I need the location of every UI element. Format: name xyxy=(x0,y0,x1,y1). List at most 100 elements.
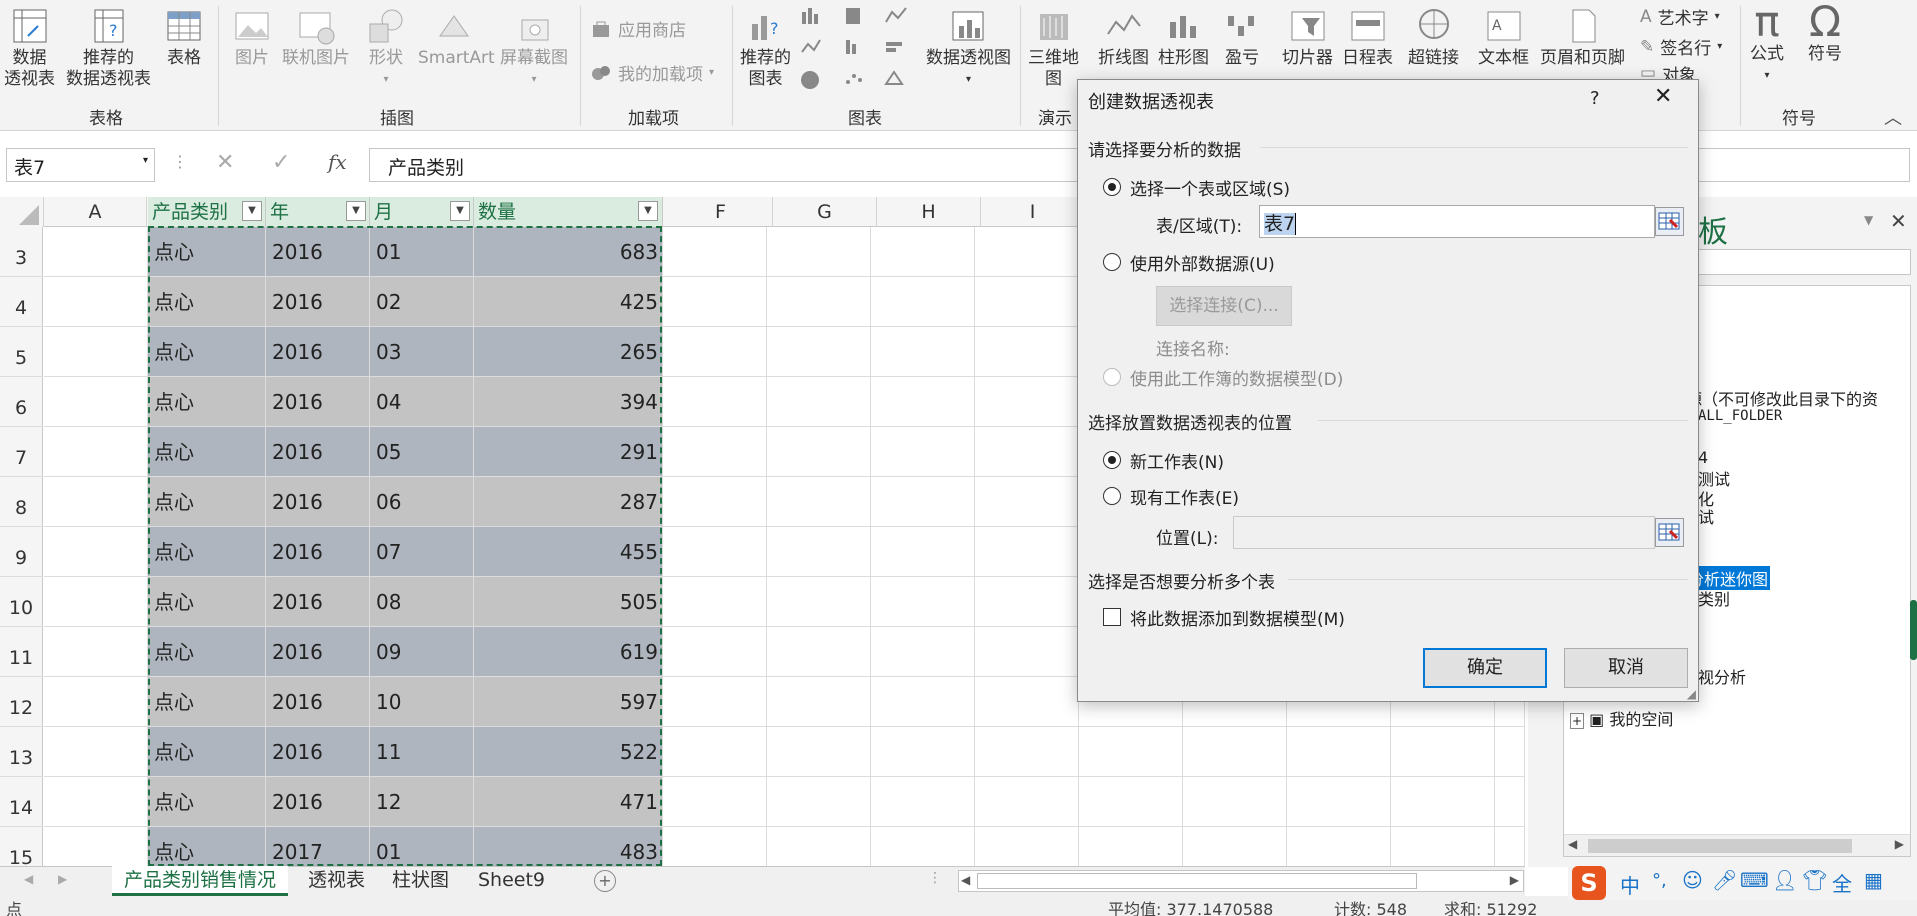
cell-empty[interactable] xyxy=(44,277,148,327)
horizontal-scrollbar[interactable]: ◀ ▶ xyxy=(958,870,1524,892)
cell-category[interactable]: 点心 xyxy=(148,477,266,527)
cell-empty[interactable] xyxy=(871,577,975,627)
cell-month[interactable]: 02 xyxy=(370,277,474,327)
cell-empty[interactable] xyxy=(663,327,767,377)
row-header[interactable]: 8 xyxy=(0,477,43,527)
cell-empty[interactable] xyxy=(871,677,975,727)
table-range-input[interactable]: 表7 xyxy=(1259,205,1655,238)
cell-empty[interactable] xyxy=(767,827,871,866)
sparkline-column-button[interactable]: 柱形图 xyxy=(1158,6,1209,69)
cell-category[interactable]: 点心 xyxy=(148,627,266,677)
cell-empty[interactable] xyxy=(1495,727,1525,777)
cell-empty[interactable] xyxy=(44,777,148,827)
cell-quantity[interactable]: 425 xyxy=(474,277,663,327)
cell-empty[interactable] xyxy=(767,577,871,627)
cell-empty[interactable] xyxy=(44,227,148,277)
cell-quantity[interactable]: 505 xyxy=(474,577,663,627)
cell-empty[interactable] xyxy=(1391,727,1495,777)
cell-category[interactable]: 点心 xyxy=(148,827,266,866)
label-add-to-model[interactable]: 将此数据添加到数据模型(M) xyxy=(1130,605,1345,630)
cell-month[interactable]: 09 xyxy=(370,627,474,677)
sheet-tab-sales[interactable]: 产品类别销售情况 xyxy=(112,866,289,896)
cell-quantity[interactable]: 394 xyxy=(474,377,663,427)
label-select-table[interactable]: 选择一个表或区域(S) xyxy=(1130,175,1290,200)
tree-item[interactable]: 类别 xyxy=(1698,586,1730,610)
cell-empty[interactable] xyxy=(1391,777,1495,827)
cell-year[interactable]: 2016 xyxy=(266,777,370,827)
add-sheet-icon[interactable]: + xyxy=(594,870,616,892)
textbox-button[interactable]: A 文本框 xyxy=(1478,6,1529,69)
cell-empty[interactable] xyxy=(975,227,1079,277)
cell-year[interactable]: 2016 xyxy=(266,227,370,277)
table-header-quantity[interactable]: 数量 ▼ xyxy=(474,197,663,227)
table-button[interactable]: 表格 xyxy=(164,6,204,69)
row-header[interactable]: 4 xyxy=(0,277,43,327)
keyboard-icon[interactable]: ⌨ xyxy=(1740,868,1769,892)
cell-empty[interactable] xyxy=(44,827,148,866)
cell-empty[interactable] xyxy=(663,477,767,527)
cell-empty[interactable] xyxy=(44,377,148,427)
cell-category[interactable]: 点心 xyxy=(148,777,266,827)
cell-empty[interactable] xyxy=(767,477,871,527)
cell-empty[interactable] xyxy=(1495,777,1525,827)
collapse-range-button[interactable] xyxy=(1655,207,1684,236)
cell-empty[interactable] xyxy=(1183,777,1287,827)
hscroll-right-icon[interactable]: ▶ xyxy=(1510,873,1519,887)
radio-external-source[interactable] xyxy=(1103,253,1121,271)
cell-empty[interactable] xyxy=(663,777,767,827)
cell-empty[interactable] xyxy=(767,727,871,777)
tree-scroll-thumb[interactable] xyxy=(1588,839,1852,853)
select-all-corner[interactable] xyxy=(0,197,44,227)
smartart-button[interactable]: SmartArt xyxy=(418,6,495,69)
cell-year[interactable]: 2016 xyxy=(266,677,370,727)
cell-quantity[interactable]: 455 xyxy=(474,527,663,577)
recommended-pivottable-button[interactable]: ? 推荐的 数据透视表 xyxy=(66,6,151,90)
column-header-a[interactable]: A xyxy=(44,197,147,227)
cell-empty[interactable] xyxy=(663,427,767,477)
cell-empty[interactable] xyxy=(767,227,871,277)
radio-select-table[interactable] xyxy=(1103,178,1121,196)
sheet-tab-bar-chart[interactable]: 柱状图 xyxy=(380,866,461,896)
cell-empty[interactable] xyxy=(871,327,975,377)
cell-empty[interactable] xyxy=(767,677,871,727)
toolbox-icon[interactable]: ▦ xyxy=(1864,868,1883,892)
enter-icon[interactable]: ✓ xyxy=(272,150,290,175)
slicer-button[interactable]: 切片器 xyxy=(1282,6,1333,69)
sheet-tab-pivot[interactable]: 透视表 xyxy=(296,866,377,896)
screenshot-button[interactable]: 屏幕截图 ▾ xyxy=(500,6,568,90)
cell-empty[interactable] xyxy=(871,777,975,827)
row-header[interactable]: 6 xyxy=(0,377,43,427)
cell-empty[interactable] xyxy=(663,577,767,627)
cell-empty[interactable] xyxy=(767,377,871,427)
app-store-button[interactable]: 应用商店 xyxy=(590,16,686,41)
cell-empty[interactable] xyxy=(871,627,975,677)
table-header-category[interactable]: 产品类别 ▼ xyxy=(148,197,266,227)
my-addins-button[interactable]: 我的加载项 ▾ xyxy=(590,60,714,85)
cell-category[interactable]: 点心 xyxy=(148,277,266,327)
cell-empty[interactable] xyxy=(975,727,1079,777)
cell-quantity[interactable]: 619 xyxy=(474,627,663,677)
cell-empty[interactable] xyxy=(44,327,148,377)
3d-map-button[interactable]: 三维地 图 xyxy=(1028,6,1079,90)
cell-empty[interactable] xyxy=(871,477,975,527)
column-header-g[interactable]: G xyxy=(773,197,877,227)
label-external-source[interactable]: 使用外部数据源(U) xyxy=(1130,250,1275,275)
recommended-charts-button[interactable]: ? 推荐的 图表 xyxy=(740,6,791,90)
filter-dropdown-icon[interactable]: ▼ xyxy=(242,201,262,221)
cell-empty[interactable] xyxy=(871,827,975,866)
row-header[interactable]: 9 xyxy=(0,527,43,577)
cell-year[interactable]: 2016 xyxy=(266,527,370,577)
cell-year[interactable]: 2016 xyxy=(266,377,370,427)
punctuation-icon[interactable]: °, xyxy=(1652,870,1667,891)
cell-month[interactable]: 05 xyxy=(370,427,474,477)
cell-category[interactable]: 点心 xyxy=(148,527,266,577)
cell-empty[interactable] xyxy=(975,377,1079,427)
cell-empty[interactable] xyxy=(663,277,767,327)
cell-empty[interactable] xyxy=(975,627,1079,677)
cell-empty[interactable] xyxy=(1287,777,1391,827)
cell-quantity[interactable]: 291 xyxy=(474,427,663,477)
pane-search-input[interactable] xyxy=(1698,249,1911,275)
cell-empty[interactable] xyxy=(975,677,1079,727)
tree-item[interactable]: 视分析 xyxy=(1698,664,1746,688)
cell-empty[interactable] xyxy=(1287,727,1391,777)
